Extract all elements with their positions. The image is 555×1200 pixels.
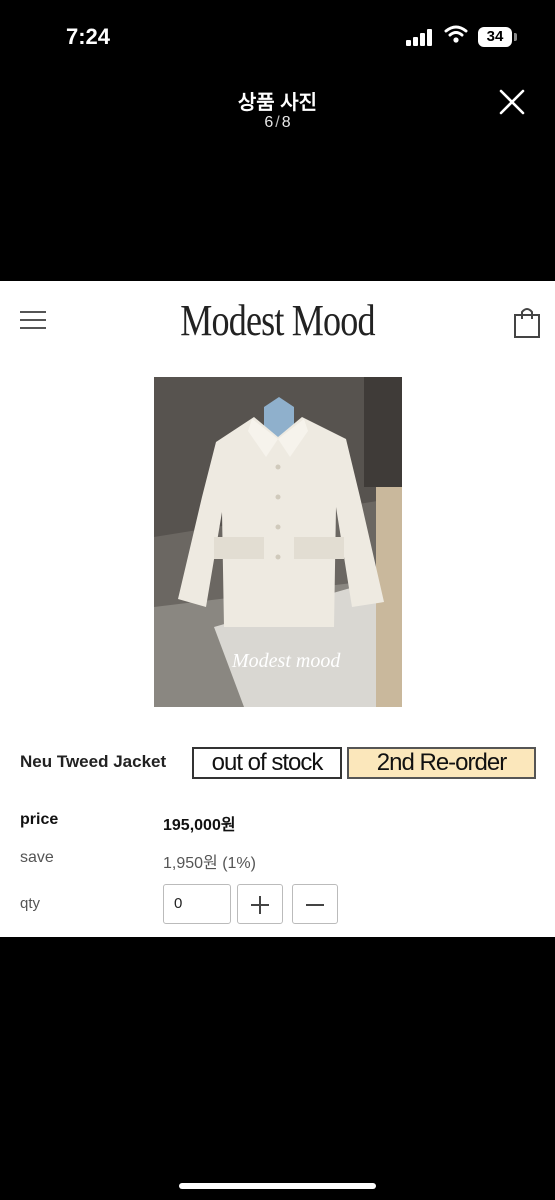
close-icon[interactable]: [496, 86, 528, 118]
battery-icon: 34: [478, 27, 512, 47]
plus-icon[interactable]: [237, 884, 283, 924]
product-image: Modest mood: [154, 377, 402, 707]
counter-current: 6: [264, 114, 274, 131]
product-photo: Modest Mood Modest mood Neu Tweed Jacket…: [0, 281, 555, 937]
counter-total: 8: [281, 114, 291, 131]
status-time: 7:24: [66, 24, 111, 49]
viewer-title: 상품 사진: [237, 92, 318, 114]
qty-label: qty: [20, 895, 41, 912]
shopping-bag-icon[interactable]: [512, 305, 542, 339]
image-counter: 6/8: [0, 114, 555, 132]
menu-icon[interactable]: [20, 307, 48, 331]
battery-tip: [514, 33, 517, 41]
signal-icon: [406, 28, 436, 46]
brand-logo: Modest Mood: [180, 296, 375, 345]
wifi-icon: [444, 25, 468, 43]
quantity-input[interactable]: 0: [163, 884, 231, 924]
minus-icon[interactable]: [292, 884, 338, 924]
price-value: 195,000원: [163, 817, 236, 834]
counter-separator: /: [275, 114, 280, 131]
reorder-badge: 2nd Re-order: [347, 747, 536, 779]
image-watermark: Modest mood: [231, 650, 341, 672]
home-indicator[interactable]: [179, 1183, 376, 1189]
status-bar: 7:24 34: [0, 0, 555, 72]
product-name: Neu Tweed Jacket: [20, 752, 167, 771]
save-label: save: [20, 849, 54, 866]
price-label: price: [20, 811, 59, 828]
save-value: 1,950원 (1%): [163, 855, 256, 872]
out-of-stock-badge: out of stock: [192, 747, 342, 779]
